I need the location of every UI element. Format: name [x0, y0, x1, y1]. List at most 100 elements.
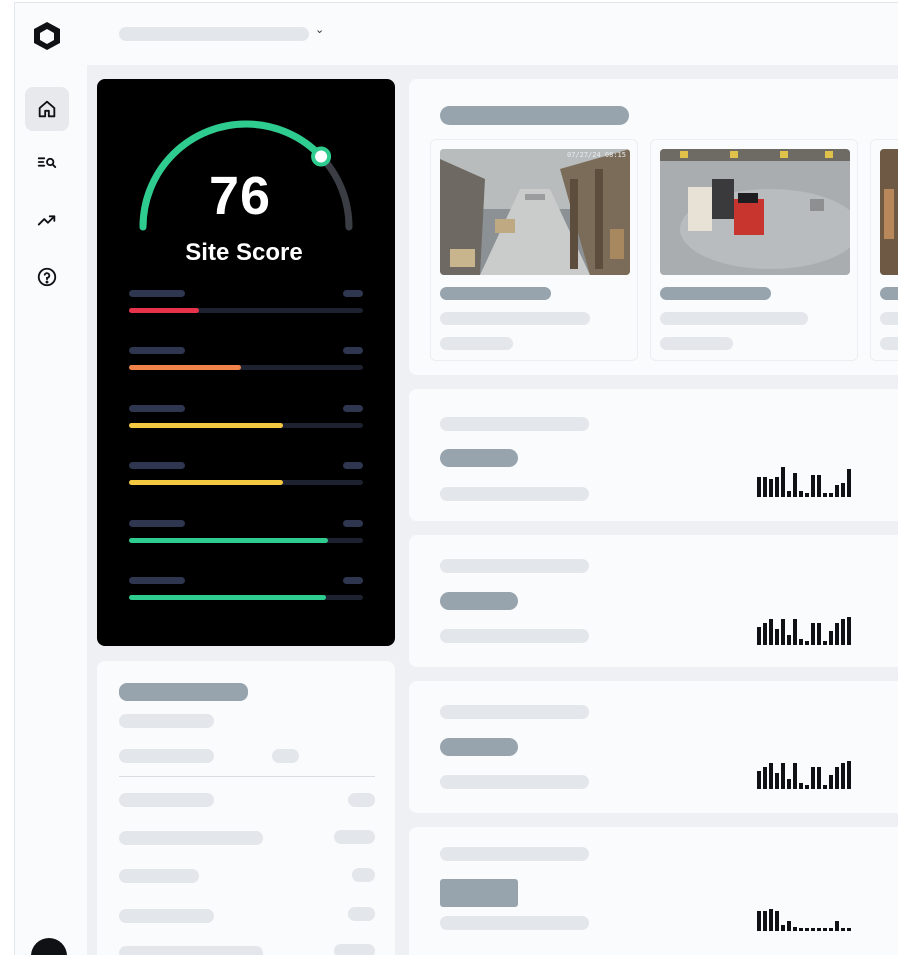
- metric-value-placeholder: [343, 519, 363, 527]
- camera-card[interactable]: [870, 139, 898, 361]
- metric-subtitle-placeholder: [440, 629, 589, 643]
- sparkbar: [829, 775, 833, 789]
- sparkbar: [799, 928, 803, 931]
- metric-label-placeholder: [129, 347, 185, 355]
- score-metric-row: [129, 577, 363, 603]
- metric-label-placeholder: [129, 577, 185, 584]
- cameras-panel: 07/27/24 08:15: [409, 79, 898, 375]
- score-metric-row: [129, 404, 363, 431]
- sparkbar: [769, 763, 773, 789]
- sparkbar: [757, 771, 761, 789]
- metric-value-placeholder: [343, 290, 363, 297]
- info-title-placeholder: [119, 683, 248, 701]
- metric-track: [129, 422, 363, 428]
- sparkbar: [781, 619, 785, 645]
- help-icon: [37, 267, 57, 287]
- sparkbar: [811, 767, 815, 789]
- info-row-value: [348, 907, 375, 921]
- sparkbar: [847, 617, 851, 645]
- sparkbar: [805, 641, 809, 645]
- camera-timestamp: 07/27/24 08:15: [566, 151, 626, 159]
- metric-track: [129, 365, 363, 371]
- sparkbar: [775, 477, 779, 497]
- metric-panel[interactable]: [409, 389, 898, 521]
- score-metric-row: [129, 347, 363, 373]
- metric-value-placeholder: [343, 462, 363, 470]
- app-window: ⌄ 76 Site Score 07/27/24 08:15: [14, 2, 898, 955]
- info-row-label: [119, 946, 263, 955]
- sparkbar: [781, 763, 785, 789]
- metric-panel[interactable]: [409, 827, 898, 955]
- sparkbar: [835, 767, 839, 789]
- sparkbar: [757, 477, 761, 497]
- sparkbar: [763, 623, 767, 645]
- metric-panel[interactable]: [409, 681, 898, 813]
- camera-thumbnail[interactable]: [880, 149, 898, 275]
- metric-value-placeholder: [343, 347, 363, 355]
- info-row-value: [334, 830, 375, 844]
- camera-card[interactable]: 07/27/24 08:15: [430, 139, 638, 361]
- sparkbar: [775, 911, 779, 931]
- info-value-placeholder: [272, 749, 299, 763]
- metric-subtitle-placeholder: [440, 487, 589, 501]
- sparkbar: [805, 493, 809, 497]
- info-field-placeholder: [119, 749, 214, 763]
- sparkbar: [793, 763, 797, 789]
- sparkbar: [829, 928, 833, 931]
- score-metric-row: [129, 519, 363, 546]
- camera-thumbnail[interactable]: [660, 149, 850, 275]
- metric-value-placeholder: [440, 449, 518, 467]
- top-bar: ⌄: [15, 3, 898, 65]
- metric-fill: [129, 537, 328, 543]
- metric-title-placeholder: [440, 705, 589, 719]
- metric-label-placeholder: [129, 519, 185, 527]
- nav-home-button[interactable]: [25, 87, 69, 131]
- nav-trends-button[interactable]: [25, 198, 69, 242]
- metric-panel[interactable]: [409, 535, 898, 667]
- sparkbar: [769, 909, 773, 931]
- site-selector[interactable]: [119, 27, 309, 41]
- site-score-card[interactable]: 76 Site Score: [97, 79, 395, 646]
- sparkbar: [835, 623, 839, 645]
- nav-help-button[interactable]: [25, 255, 69, 299]
- camera-detail-placeholder: [660, 337, 733, 350]
- score-metric-row: [129, 462, 363, 488]
- sparkbar: [835, 921, 839, 931]
- camera-thumbnail[interactable]: 07/27/24 08:15: [440, 149, 630, 275]
- gauge-knob: [311, 146, 332, 167]
- metric-track: [129, 595, 363, 600]
- camera-name-placeholder: [660, 287, 771, 300]
- sparkbar: [781, 467, 785, 497]
- sparkbar: [811, 623, 815, 645]
- chevron-down-icon[interactable]: ⌄: [315, 23, 324, 36]
- trending-up-icon: [37, 215, 56, 226]
- nav-search-button[interactable]: [25, 140, 69, 184]
- metric-fill: [129, 595, 326, 600]
- camera-name-placeholder: [440, 287, 551, 300]
- sparkbar: [763, 767, 767, 789]
- sparkbar: [787, 491, 791, 497]
- sparkbar: [799, 491, 803, 497]
- sparkbar: [805, 928, 809, 931]
- sparkbar: [787, 921, 791, 931]
- score-value: 76: [208, 166, 272, 226]
- user-avatar[interactable]: [31, 938, 67, 955]
- camera-card[interactable]: [650, 139, 858, 361]
- logo-icon[interactable]: [33, 21, 61, 51]
- metric-fill: [129, 365, 242, 371]
- sparkbar: [823, 928, 827, 931]
- metric-track: [129, 480, 363, 486]
- sparkbar: [763, 477, 767, 497]
- home-icon: [38, 100, 56, 118]
- sparkbar: [775, 773, 779, 789]
- camera-detail-placeholder: [440, 312, 590, 325]
- sparkbar: [787, 779, 791, 789]
- sparkbar: [847, 928, 851, 931]
- info-row-label: [119, 909, 214, 923]
- sparkbar: [757, 911, 761, 931]
- sparkbar: [793, 619, 797, 645]
- metric-value-placeholder: [440, 738, 518, 756]
- camera-detail-placeholder: [660, 312, 808, 325]
- metric-subtitle-placeholder: [440, 916, 589, 930]
- sparkbar: [817, 623, 821, 645]
